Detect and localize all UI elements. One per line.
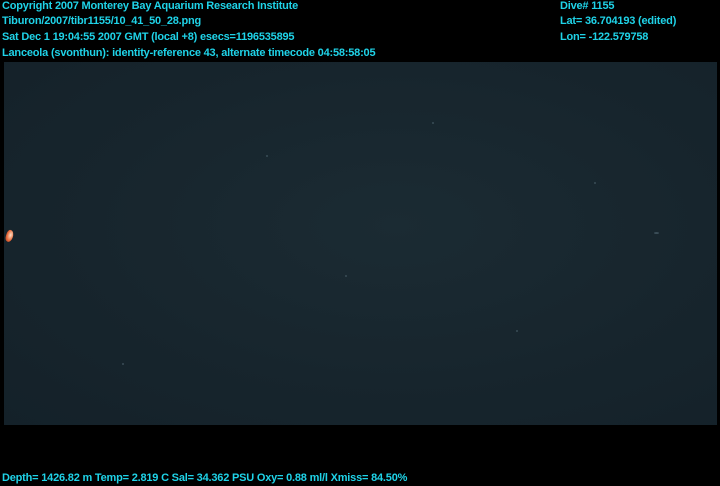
datetime-text: Sat Dec 1 19:04:55 2007 GMT (local +8) e… — [2, 31, 295, 43]
video-frame: Copyright 2007 Monterey Bay Aquarium Res… — [0, 0, 720, 486]
deep-sea-water-scene — [4, 62, 717, 425]
marine-snow-particle — [654, 232, 659, 234]
lanceola-organism — [4, 229, 15, 243]
longitude-text: Lon= -122.579758 — [560, 31, 649, 43]
marine-snow-particle — [266, 155, 268, 157]
copyright-text: Copyright 2007 Monterey Bay Aquarium Res… — [2, 0, 299, 12]
latitude-text: Lat= 36.704193 (edited) — [560, 15, 677, 27]
marine-snow-particle — [516, 330, 518, 332]
dive-number-text: Dive# 1155 — [560, 0, 615, 12]
marine-snow-particle — [432, 122, 434, 124]
telemetry-text: Depth= 1426.82 m Temp= 2.819 C Sal= 34.3… — [2, 472, 408, 484]
marine-snow-particle — [594, 182, 596, 184]
marine-snow-particle — [122, 363, 124, 365]
annotation-text: Lanceola (svonthun): identity-reference … — [2, 47, 376, 59]
marine-snow-particle — [345, 275, 347, 277]
file-path-text: Tiburon/2007/tibr1155/10_41_50_28.png — [2, 15, 202, 27]
